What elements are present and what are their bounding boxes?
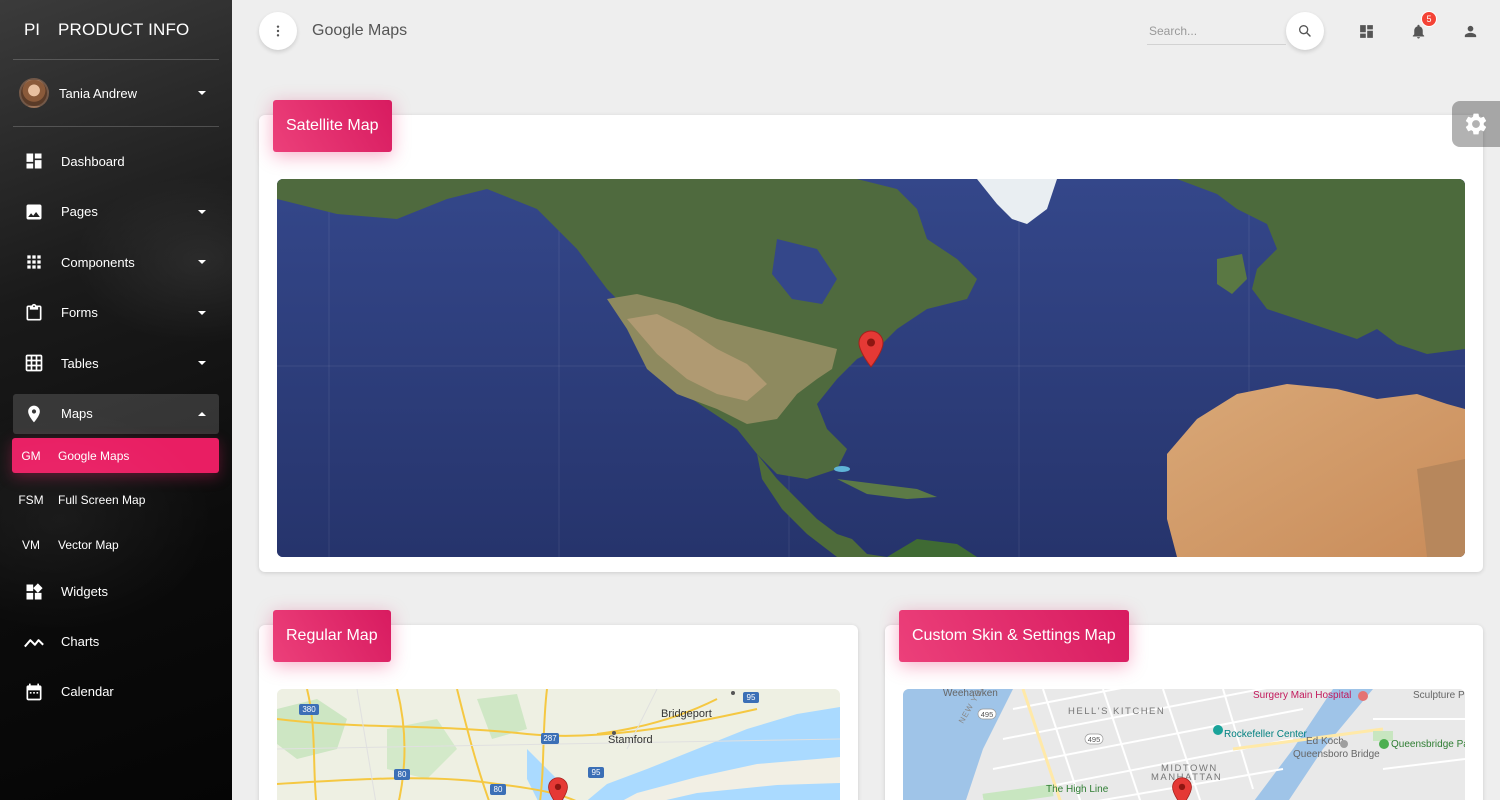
city-label-bridgeport: Bridgeport: [661, 708, 712, 720]
timeline-icon: [22, 630, 46, 654]
subitem-label: Full Screen Map: [58, 493, 146, 507]
top-navbar: Google Maps 5: [232, 0, 1500, 62]
more-vert-icon: [276, 25, 280, 37]
sidebar-item-label: Maps: [61, 406, 93, 421]
map-label-rockefeller: Rockefeller Center: [1224, 729, 1307, 740]
card-header: Satellite Map: [273, 100, 392, 152]
sidebar-item-tables[interactable]: Tables: [13, 343, 219, 383]
sidebar-item-label: Dashboard: [61, 153, 125, 169]
map-label-hells-kitchen: HELL'S KITCHEN: [1068, 706, 1165, 717]
chevron-down-icon: [198, 361, 206, 365]
logo-mini: PI: [23, 19, 41, 39]
sidebar-item-label: Forms: [61, 305, 98, 320]
map-label-sculpture-park: Sculpture Pa: [1413, 690, 1465, 701]
user-menu[interactable]: Tania Andrew: [13, 60, 219, 127]
sidebar-item-label: Calendar: [61, 684, 114, 699]
route-shield-287: 287: [543, 734, 557, 743]
sidebar: PI PRODUCT INFO Tania Andrew Dashboard P…: [0, 0, 232, 800]
subitem-label: Google Maps: [58, 448, 130, 463]
subitem-abbr: GM: [21, 448, 41, 463]
place-icon: [22, 402, 46, 426]
subitem-abbr: FSM: [18, 493, 44, 507]
subitem-label: Vector Map: [58, 537, 119, 552]
widgets-icon: [22, 580, 46, 604]
map-label-surgery-hospital: Surgery Main Hospital: [1253, 690, 1351, 701]
custom-skin-map-card: Custom Skin & Settings Map Weehawken Sur…: [885, 610, 1483, 800]
card-header: Custom Skin & Settings Map: [899, 610, 1129, 662]
clipboard-icon: [22, 301, 46, 325]
sidebar-logo[interactable]: PI PRODUCT INFO: [13, 0, 219, 60]
person-icon: [1464, 25, 1476, 37]
search-icon: [1299, 24, 1311, 37]
profile-button[interactable]: [1457, 18, 1483, 44]
custom-skin-map[interactable]: Weehawken Surgery Main Hospital Sculptur…: [903, 689, 1465, 800]
search-input[interactable]: [1147, 17, 1286, 45]
sidebar-item-charts[interactable]: Charts: [13, 622, 219, 662]
logo-text: PRODUCT INFO: [58, 19, 190, 39]
avatar: [19, 78, 49, 108]
page-title: Google Maps: [312, 22, 408, 39]
fixed-plugin-settings-button[interactable]: [1452, 101, 1500, 147]
sidebar-item-widgets[interactable]: Widgets: [13, 572, 219, 612]
satellite-map-canvas: [277, 179, 1465, 557]
map-label-high-line: The High Line: [1046, 784, 1109, 795]
sidebar-item-label: Widgets: [61, 584, 108, 599]
chevron-down-icon: [198, 260, 206, 264]
sidebar-item-components[interactable]: Components: [13, 242, 219, 282]
subitem-abbr: VM: [22, 537, 40, 552]
image-icon: [22, 200, 46, 224]
satellite-map[interactable]: [277, 179, 1465, 557]
dashboard-button[interactable]: [1353, 18, 1379, 44]
card-header: Regular Map: [273, 610, 391, 662]
regular-map-card: Regular Map 380 287 95 80 80 95 Bridgepo…: [259, 610, 858, 800]
apps-grid-icon: [22, 250, 46, 274]
sidebar-subitem-full-screen-map[interactable]: FSM Full Screen Map: [12, 483, 219, 518]
chevron-up-icon: [198, 411, 206, 416]
notification-badge: 5: [1421, 11, 1437, 27]
map-label-queensboro-bridge: Queensboro Bridge: [1293, 749, 1380, 760]
route-shield-95: 95: [747, 693, 756, 702]
map-marker-icon[interactable]: [547, 777, 569, 800]
chevron-down-icon: [198, 310, 206, 315]
dashboard-icon: [1359, 24, 1373, 38]
route-shield-80: 80: [494, 785, 503, 794]
sidebar-subitem-vector-map[interactable]: VM Vector Map: [12, 527, 219, 562]
route-shield-380: 380: [302, 705, 316, 714]
grid-on-icon: [22, 351, 46, 375]
sidebar-item-maps[interactable]: Maps: [13, 393, 219, 434]
map-marker-icon[interactable]: [858, 330, 884, 368]
notifications-button[interactable]: 5: [1405, 11, 1437, 44]
sidebar-item-label: Components: [61, 254, 135, 270]
sidebar-item-dashboard[interactable]: Dashboard: [13, 141, 219, 181]
sidebar-item-forms[interactable]: Forms: [13, 293, 219, 333]
route-shield-95: 95: [592, 768, 601, 777]
satellite-map-card: Satellite Map: [259, 100, 1483, 572]
sidebar-item-label: Pages: [61, 204, 98, 219]
sidebar-toggle-button[interactable]: [259, 12, 297, 50]
map-label-queensbridge-park: Queensbridge Park: [1391, 739, 1465, 750]
sidebar-item-calendar[interactable]: Calendar: [13, 672, 219, 712]
regular-map[interactable]: 380 287 95 80 80 95 Bridgeport Stamford: [277, 689, 840, 800]
gear-icon: [1465, 113, 1487, 135]
user-name: Tania Andrew: [59, 85, 138, 101]
chevron-down-icon: [198, 209, 206, 214]
search-field: [1147, 17, 1286, 45]
city-label-stamford: Stamford: [608, 734, 653, 746]
sidebar-item-label: Charts: [61, 634, 100, 649]
sidebar-item-pages[interactable]: Pages: [13, 192, 219, 232]
map-label-ed-koch: Ed Koch: [1306, 736, 1344, 747]
dashboard-icon: [22, 149, 46, 173]
calendar-icon: [22, 680, 46, 704]
route-shield-80: 80: [398, 770, 407, 779]
map-marker-icon[interactable]: [1171, 777, 1193, 800]
sidebar-subitem-google-maps[interactable]: GM Google Maps: [12, 438, 219, 473]
route-shield-495: 495: [1088, 735, 1101, 744]
chevron-down-icon: [198, 91, 206, 95]
route-shield-495: 495: [981, 710, 994, 719]
sidebar-item-label: Tables: [61, 355, 99, 371]
search-button[interactable]: [1286, 12, 1324, 50]
